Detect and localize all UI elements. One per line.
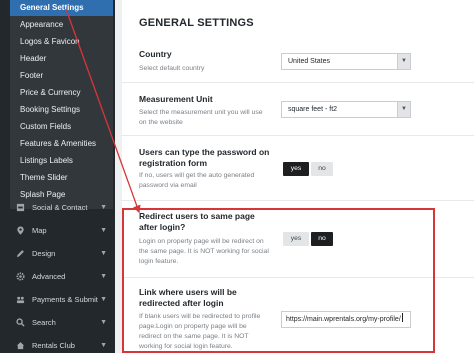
annotation-arrow <box>65 8 141 214</box>
